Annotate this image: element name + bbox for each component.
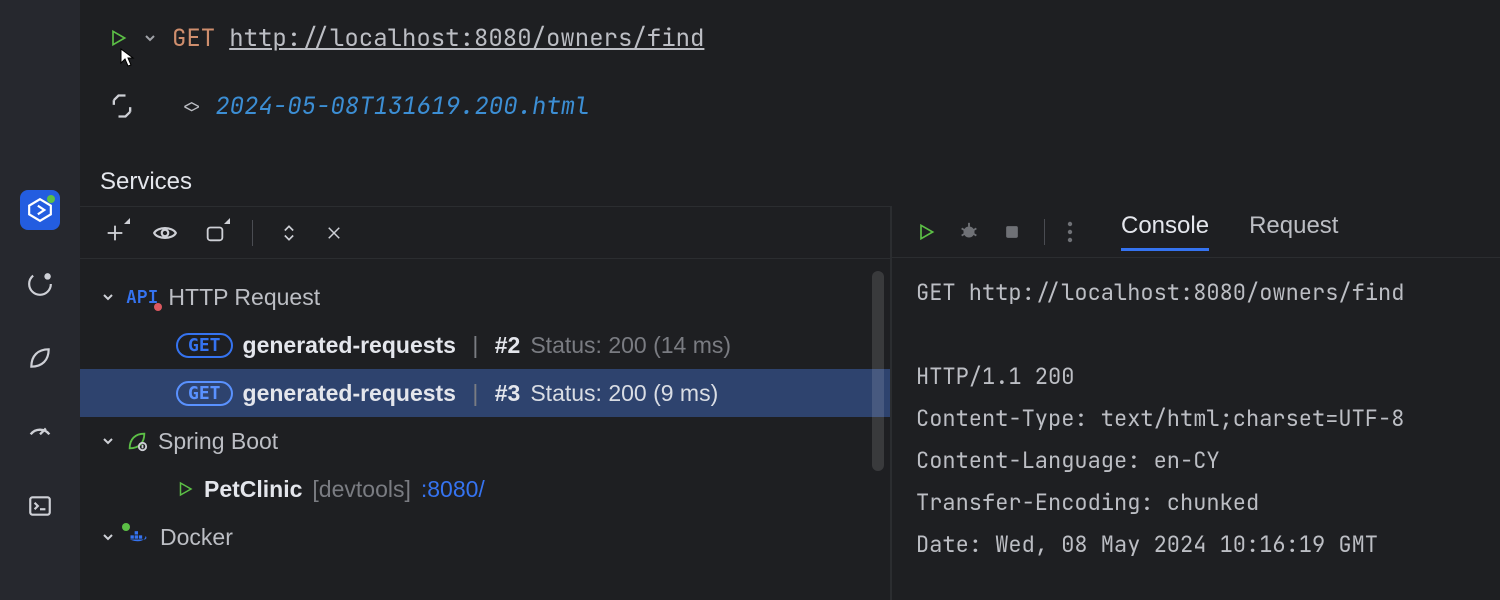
tool-window-bar [0, 0, 80, 600]
angle-brackets-icon: <> [182, 96, 201, 117]
tab-console[interactable]: Console [1121, 212, 1209, 251]
console-line: GET http://localhost:8080/owners/find [916, 272, 1500, 314]
tree-node-spring[interactable]: Spring Boot [100, 417, 890, 465]
services-tool-icon[interactable] [20, 190, 60, 230]
tree-node-docker[interactable]: Docker [100, 513, 890, 561]
panel-title-label: Services [100, 168, 192, 196]
response-file-link[interactable]: 2024-05-08T131619.200.html [215, 91, 589, 122]
request-status: Status: 200 (14 ms) [530, 332, 731, 359]
close-icon[interactable] [325, 224, 343, 242]
scrollbar[interactable] [872, 271, 884, 471]
console-line: Date: Wed, 08 May 2024 10:16:19 GMT [916, 524, 1500, 566]
stop-icon[interactable] [1002, 222, 1022, 242]
console-line: HTTP/1.1 200 [916, 356, 1500, 398]
run-gutter-icon[interactable] [108, 28, 128, 48]
console-output[interactable]: GET http://localhost:8080/owners/find HT… [892, 258, 1500, 566]
response-panel: Console Request GET http://localhost:808… [892, 206, 1500, 600]
mouse-cursor-icon [114, 46, 138, 70]
request-name: generated-requests [243, 332, 456, 359]
response-toolbar: Console Request [892, 206, 1500, 258]
tab-request[interactable]: Request [1249, 212, 1338, 251]
editor: GET http://localhost:8080/owners/find <>… [80, 0, 1500, 158]
http-method: GET [172, 23, 215, 54]
spring-icon[interactable] [20, 338, 60, 378]
chevron-down-icon[interactable] [100, 529, 116, 545]
separator [1044, 219, 1045, 245]
method-badge: GET [176, 381, 233, 406]
open-new-tab-icon[interactable] [204, 222, 226, 244]
tree-node-request-1[interactable]: GET generated-requests | #2 Status: 200 … [100, 321, 890, 369]
console-line: Transfer-Encoding: chunked [916, 482, 1500, 524]
more-icon[interactable] [1067, 221, 1073, 243]
request-name: generated-requests [243, 380, 456, 407]
tree-label: HTTP Request [168, 284, 320, 311]
console-line [916, 314, 1500, 356]
rerun-icon[interactable] [916, 222, 936, 242]
open-responses-icon[interactable] [108, 92, 136, 120]
add-service-icon[interactable] [104, 222, 126, 244]
http-url[interactable]: http://localhost:8080/owners/find [229, 23, 704, 54]
app-profile: [devtools] [312, 476, 410, 503]
chevron-down-icon[interactable] [100, 433, 116, 449]
app-port[interactable]: :8080/ [421, 476, 485, 503]
spring-boot-icon [126, 430, 148, 452]
services-tree[interactable]: API HTTP Request GET generated-requests … [80, 259, 890, 561]
method-badge: GET [176, 333, 233, 358]
tree-node-app[interactable]: PetClinic [devtools] :8080/ [100, 465, 890, 513]
chevron-down-icon[interactable] [100, 289, 116, 305]
request-num: #2 [495, 332, 521, 359]
terminal-icon[interactable] [20, 486, 60, 526]
debug-icon[interactable] [958, 221, 980, 243]
main-area: GET http://localhost:8080/owners/find <>… [80, 0, 1500, 600]
console-line: Content-Language: en-CY [916, 440, 1500, 482]
tree-label: Spring Boot [158, 428, 278, 455]
console-line: Content-Type: text/html;charset=UTF-8 [916, 398, 1500, 440]
tree-label: Docker [160, 524, 233, 551]
dashboard-icon[interactable] [20, 412, 60, 452]
expand-collapse-icon[interactable] [279, 221, 299, 245]
run-icon [176, 480, 194, 498]
tree-node-request-2[interactable]: GET generated-requests | #3 Status: 200 … [80, 369, 890, 417]
response-tabs: Console Request [1121, 212, 1338, 251]
docker-icon [126, 527, 150, 547]
api-icon: API [126, 286, 158, 309]
separator [252, 220, 253, 246]
panel-title: Services [80, 158, 1500, 206]
separator: | [466, 332, 485, 359]
services-toolbar [80, 207, 890, 259]
show-hidden-icon[interactable] [152, 220, 178, 246]
app-name: PetClinic [204, 476, 302, 503]
request-num: #3 [495, 380, 521, 407]
request-status: Status: 200 (9 ms) [530, 380, 718, 407]
tree-node-http[interactable]: API HTTP Request [100, 273, 890, 321]
chevron-down-icon[interactable] [142, 30, 158, 46]
profiler-icon[interactable] [20, 264, 60, 304]
separator: | [466, 380, 485, 407]
